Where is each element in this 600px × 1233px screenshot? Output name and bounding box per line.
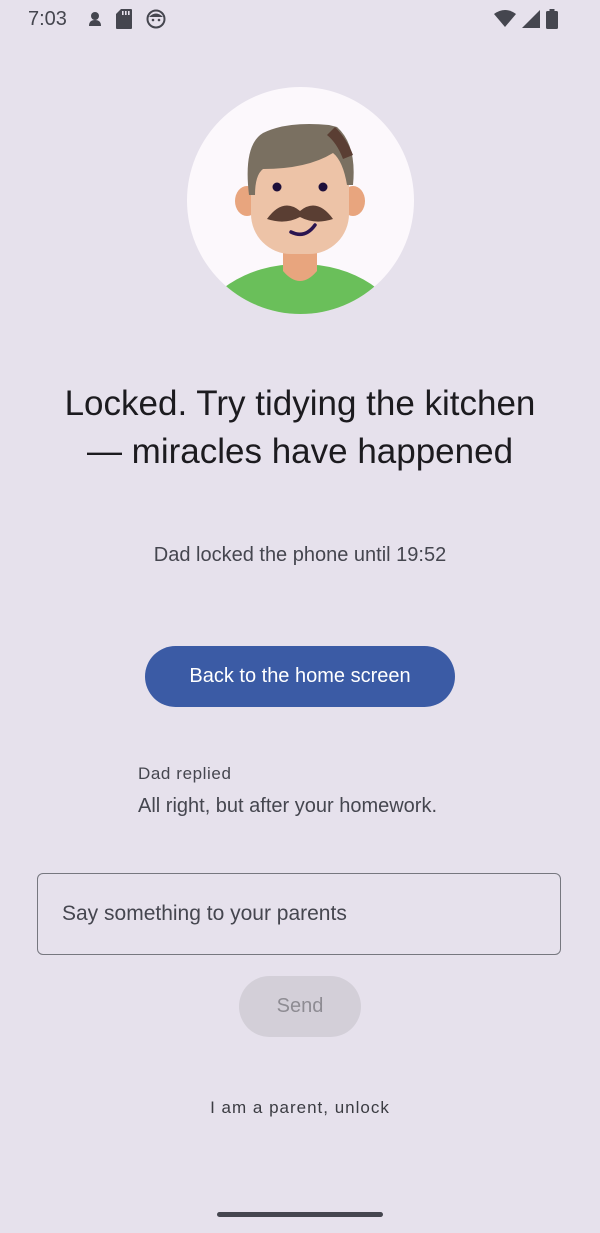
status-time: 7:03 [28, 8, 67, 30]
face-icon [146, 9, 166, 34]
lock-title: Locked. Try tidying the kitchen — miracl… [64, 384, 536, 471]
dad-avatar-icon [187, 124, 414, 314]
parent-unlock-link[interactable]: I am a parent, unlock [150, 1098, 450, 1118]
wifi-icon [494, 10, 516, 33]
signal-icon [522, 10, 540, 33]
status-right-icons [494, 9, 558, 34]
message-input[interactable] [37, 873, 561, 955]
status-bar: 7:03 [0, 0, 600, 40]
dad-avatar [187, 87, 414, 314]
sd-card-icon [116, 9, 132, 34]
lock-subtitle: Dad locked the phone until 19:52 [153, 544, 447, 566]
person-icon [88, 11, 102, 32]
back-to-home-button[interactable]: Back to the home screen [145, 646, 455, 707]
reply-text: All right, but after your homework. [138, 795, 438, 817]
battery-icon [546, 9, 558, 34]
navigation-handle[interactable] [217, 1212, 383, 1217]
status-left-icons [88, 9, 166, 34]
send-button[interactable]: Send [239, 976, 361, 1037]
reply-label: Dad replied [138, 764, 232, 783]
